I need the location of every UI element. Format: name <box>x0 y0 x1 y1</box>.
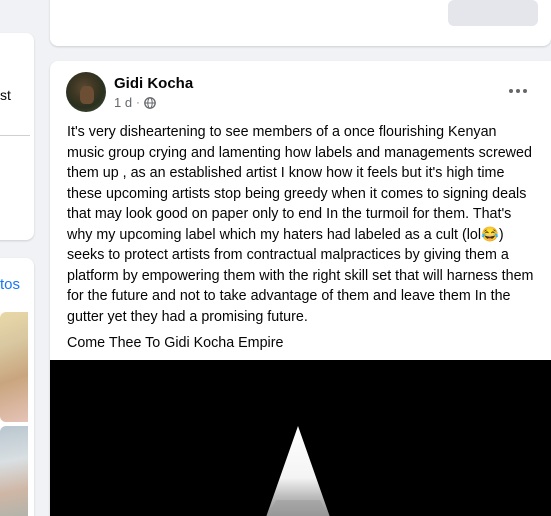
previous-post-card <box>50 0 551 46</box>
post-card: Gidi Kocha 1 d · It's very disheartening… <box>50 61 551 516</box>
more-horizontal-icon <box>509 89 527 93</box>
post-media-image[interactable] <box>50 360 551 516</box>
post-timestamp[interactable]: 1 d <box>114 95 132 110</box>
post-body: It's very disheartening to see members o… <box>67 122 537 360</box>
left-sidebar-text-fragment: st <box>0 87 11 103</box>
post-message: It's very disheartening to see members o… <box>67 124 534 325</box>
post-author-name[interactable]: Gidi Kocha <box>114 75 193 92</box>
previous-post-action-button[interactable] <box>448 0 538 26</box>
photo-thumbnail[interactable] <box>0 426 28 516</box>
triangle-artwork <box>266 426 330 516</box>
meta-separator: · <box>136 96 140 109</box>
globe-icon <box>143 96 156 109</box>
divider <box>0 135 30 136</box>
avatar[interactable] <box>66 72 106 112</box>
post-options-button[interactable] <box>504 79 532 103</box>
photos-link[interactable]: tos <box>0 276 20 293</box>
left-sidebar-card: st <box>0 33 34 240</box>
left-sidebar-photos-card: tos <box>0 258 34 516</box>
post-closing-line: Come Thee To Gidi Kocha Empire <box>67 335 284 351</box>
post-meta: 1 d · <box>114 95 156 110</box>
photo-thumbnail[interactable] <box>0 312 28 422</box>
